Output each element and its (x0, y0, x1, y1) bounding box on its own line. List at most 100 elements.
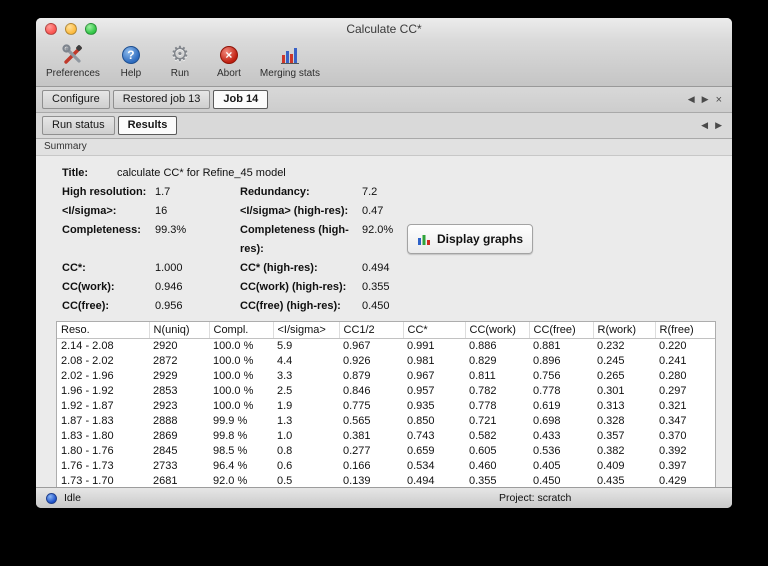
table-cell: 0.392 (659, 444, 687, 457)
abort-button[interactable]: × Abort (211, 43, 247, 79)
table-cell: 0.743 (407, 429, 435, 442)
help-icon: ? (121, 43, 140, 67)
column-header[interactable]: N(uniq) (149, 322, 210, 339)
table-cell: 0.565 (343, 414, 371, 427)
close-window-button[interactable] (45, 23, 57, 35)
table-cell: 0.829 (469, 354, 497, 367)
table-cell: 0.850 (407, 414, 435, 427)
table-cell: 0.241 (659, 354, 687, 367)
preferences-button[interactable]: Preferences (46, 43, 100, 79)
toolbar: Preferences ? Help ⚙ Run × Abort Merging… (36, 40, 732, 87)
merging-stats-button[interactable]: Merging stats (260, 43, 320, 79)
table-cell: 3.3 (277, 369, 293, 382)
table-cell: 0.981 (407, 354, 435, 367)
summary-row: CC(work): 0.946 CC(work) (high-res): 0.3… (62, 278, 714, 297)
help-button[interactable]: ? Help (113, 43, 149, 79)
table-cell: 2.14 - 2.08 (61, 339, 114, 352)
bar-chart-icon (417, 232, 431, 246)
job-tab-bar: Configure Restored job 13 Job 14 ◀ ▶ × (36, 87, 732, 113)
run-icon: ⚙ (170, 43, 190, 66)
column-header[interactable]: CC1/2 (339, 322, 404, 339)
titlebar[interactable]: Calculate CC* (36, 18, 732, 40)
table-cell: 100.0 % (213, 399, 254, 412)
summary-value: 1.7 (155, 186, 171, 198)
summary-block: Title: calculate CC* for Refine_45 model… (62, 164, 714, 316)
tab-configure[interactable]: Configure (42, 90, 110, 109)
table-cell: 0.721 (469, 414, 497, 427)
table-cell: 0.355 (469, 474, 497, 487)
table-row[interactable]: 1.96 - 1.92 2853 100.0 % 2.5 0.846 0.957 0.782… (57, 384, 715, 399)
table-cell: 0.301 (597, 384, 625, 397)
column-header[interactable]: Reso. (57, 322, 150, 339)
table-cell: 1.9 (277, 399, 293, 412)
table-row[interactable]: 1.80 - 1.76 2845 98.5 % 0.8 0.277 0.659 0.605 0… (57, 444, 715, 459)
column-header[interactable]: R(free) (655, 322, 715, 339)
window-title: Calculate CC* (346, 22, 422, 36)
scroll-tabs-right-icon[interactable]: ▶ (715, 120, 722, 131)
summary-label: CC*: (62, 262, 86, 274)
table-cell: 0.811 (469, 369, 496, 382)
table-cell: 0.8 (277, 444, 293, 457)
table-row[interactable]: 1.83 - 1.80 2869 99.8 % 1.0 0.381 0.743 0.582 0… (57, 429, 715, 444)
column-header[interactable]: CC(work) (465, 322, 530, 339)
tab-run-status[interactable]: Run status (42, 116, 115, 135)
table-cell: 0.881 (533, 339, 561, 352)
table-row[interactable]: 1.76 - 1.73 2733 96.4 % 0.6 0.166 0.534 0.460 0… (57, 459, 715, 474)
summary-value-highres: 0.355 (362, 281, 390, 293)
table-cell: 100.0 % (213, 384, 254, 397)
table-cell: 0.659 (407, 444, 435, 457)
column-header[interactable]: CC(free) (529, 322, 594, 339)
results-table-container[interactable]: Reso. N(uniq) Compl. <I/sigma> CC1/2 CC* CC(wo… (56, 321, 716, 487)
table-cell: 1.73 - 1.70 (61, 474, 114, 487)
table-cell: 0.778 (533, 384, 561, 397)
table-cell: 0.879 (343, 369, 371, 382)
toolbar-item-label: Preferences (46, 68, 100, 79)
table-cell: 2923 (153, 399, 178, 412)
table-cell: 1.76 - 1.73 (61, 459, 114, 472)
job-tab-nav: ◀ ▶ × (688, 94, 726, 106)
table-cell: 2.08 - 2.02 (61, 354, 114, 367)
scroll-tabs-right-icon[interactable]: ▶ (702, 94, 709, 105)
scroll-tabs-left-icon[interactable]: ◀ (688, 94, 695, 105)
table-row[interactable]: 2.02 - 1.96 2929 100.0 % 3.3 0.879 0.967 0.811… (57, 369, 715, 384)
summary-label: Completeness: (62, 224, 141, 236)
table-row[interactable]: 1.73 - 1.70 2681 92.0 % 0.5 0.139 0.494 0.355 0… (57, 474, 715, 488)
summary-label-highres: Completeness (high-res): (240, 224, 349, 255)
summary-row: High resolution: 1.7 Redundancy: 7.2 (62, 183, 714, 202)
summary-title-row: Title: calculate CC* for Refine_45 model (62, 164, 714, 183)
table-cell: 0.778 (469, 399, 497, 412)
close-tab-icon[interactable]: × (716, 94, 722, 106)
table-cell: 0.313 (597, 399, 625, 412)
table-cell: 99.9 % (213, 414, 248, 427)
tab-results[interactable]: Results (117, 116, 178, 135)
minimize-window-button[interactable] (65, 23, 77, 35)
table-cell: 0.782 (469, 384, 497, 397)
merging-stats-icon (280, 43, 300, 67)
zoom-window-button[interactable] (85, 23, 97, 35)
table-row[interactable]: 1.92 - 1.87 2923 100.0 % 1.9 0.775 0.935 0.778… (57, 399, 715, 414)
table-cell: 0.381 (343, 429, 371, 442)
table-row[interactable]: 2.08 - 2.02 2872 100.0 % 4.4 0.926 0.981 0.829… (57, 354, 715, 369)
summary-row: CC*: 1.000 CC* (high-res): 0.494 (62, 259, 714, 278)
table-row[interactable]: 2.14 - 2.08 2920 100.0 % 5.9 0.967 0.991 0.886… (57, 338, 715, 354)
summary-label: CC(free): (62, 300, 110, 312)
table-cell: 1.3 (277, 414, 293, 427)
display-graphs-button[interactable]: Display graphs (407, 224, 533, 254)
column-header[interactable]: CC* (403, 322, 466, 339)
table-cell: 0.775 (343, 399, 371, 412)
summary-value: 16 (155, 205, 168, 217)
tab-restored-job-13[interactable]: Restored job 13 (112, 90, 211, 109)
scroll-tabs-left-icon[interactable]: ◀ (701, 120, 708, 131)
table-cell: 0.534 (407, 459, 435, 472)
column-header[interactable]: Compl. (209, 322, 274, 339)
column-header[interactable]: <I/sigma> (273, 322, 340, 339)
table-cell: 0.277 (343, 444, 371, 457)
run-button[interactable]: ⚙ Run (162, 43, 198, 80)
table-cell: 2929 (153, 369, 178, 382)
table-row[interactable]: 1.87 - 1.83 2888 99.9 % 1.3 0.565 0.850 0.721 0… (57, 414, 715, 429)
summary-label-highres: Redundancy: (240, 186, 310, 198)
tab-job-14[interactable]: Job 14 (213, 90, 269, 109)
column-header[interactable]: R(work) (593, 322, 656, 339)
table-cell: 0.328 (597, 414, 625, 427)
status-bar: Idle Project: scratch (36, 487, 732, 508)
